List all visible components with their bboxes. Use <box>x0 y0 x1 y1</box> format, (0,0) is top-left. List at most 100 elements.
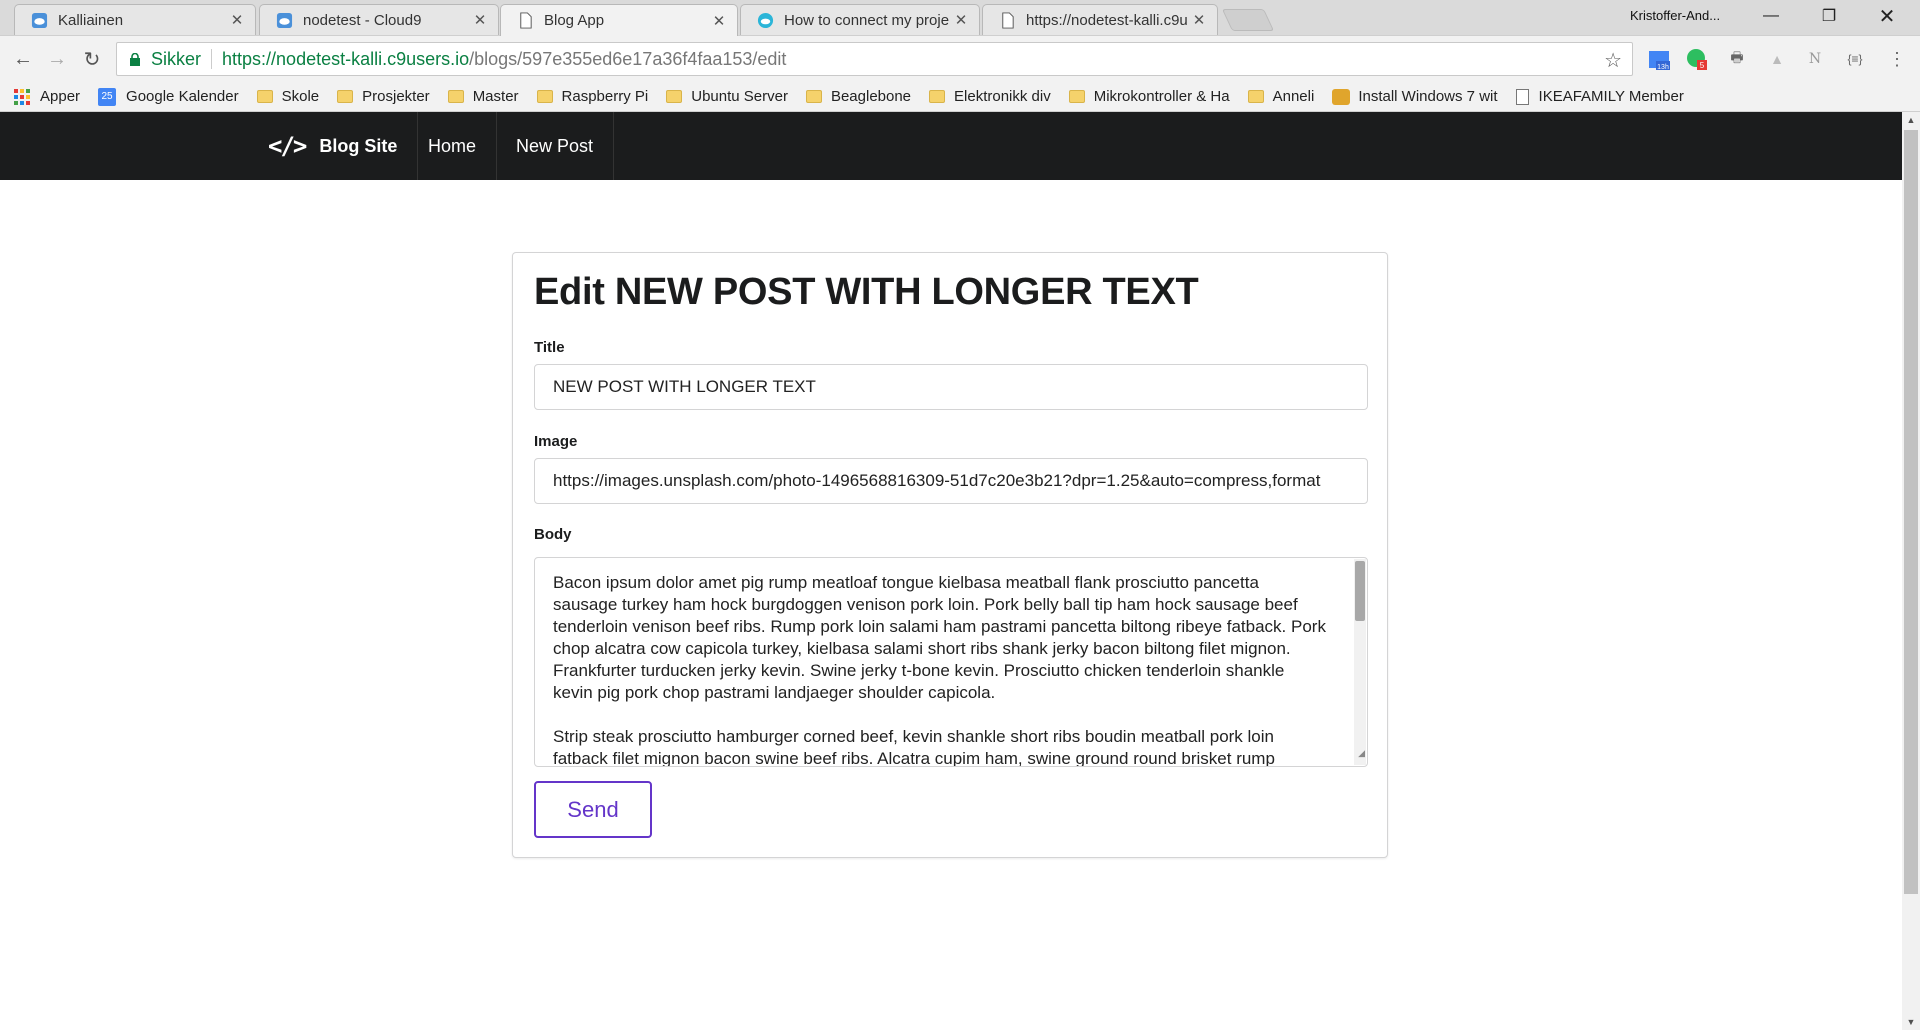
calendar-extension-icon[interactable]: 13h <box>1648 48 1670 70</box>
code-icon: </> <box>268 132 307 160</box>
bookmark-folder-beaglebone[interactable]: Beaglebone <box>805 88 911 105</box>
profile-name[interactable]: Kristoffer-And... <box>1630 8 1720 23</box>
nav-home-link[interactable]: Home <box>408 112 498 180</box>
cloud9-icon <box>31 12 48 28</box>
browser-toolbar: ← → ↻ Sikker https://nodetest-kalli.c9us… <box>0 35 1920 82</box>
bookmark-label: Google Kalender <box>126 88 239 105</box>
divider <box>211 49 213 69</box>
send-button[interactable]: Send <box>534 781 652 838</box>
bookmark-folder-ubuntu-server[interactable]: Ubuntu Server <box>666 88 788 105</box>
page-icon <box>1515 88 1529 105</box>
bookmark-label: Install Windows 7 wit <box>1358 88 1498 105</box>
folder-icon <box>447 90 464 103</box>
tab-title: https://nodetest-kalli.c9u <box>1026 11 1188 29</box>
bookmark-ikeafamily[interactable]: IKEAFAMILY Member <box>1515 88 1684 105</box>
bookmarks-bar: Apper 25 Google Kalender Skole Prosjekte… <box>0 82 1920 112</box>
address-bar[interactable]: Sikker https://nodetest-kalli.c9users.io… <box>116 42 1633 76</box>
bookmark-google-kalender[interactable]: 25 Google Kalender <box>98 87 239 106</box>
textarea-scrollbar[interactable] <box>1354 559 1366 765</box>
folder-icon <box>666 90 683 103</box>
close-icon[interactable]: ✕ <box>229 11 245 29</box>
body-textarea[interactable]: Bacon ipsum dolor amet pig rump meatloaf… <box>534 557 1368 767</box>
tab-title: nodetest - Cloud9 <box>303 11 422 29</box>
extension-badge: 5 <box>1700 61 1705 70</box>
folder-icon <box>256 90 273 103</box>
apps-grid-icon <box>14 88 30 105</box>
bookmark-label: Anneli <box>1272 88 1315 105</box>
minimize-icon[interactable]: — <box>1748 0 1794 32</box>
folder-icon <box>805 90 822 103</box>
edit-form-card: Edit NEW POST WITH LONGER TEXT Title NEW… <box>512 252 1388 858</box>
cloud9-icon <box>757 12 774 28</box>
bookmark-folder-master[interactable]: Master <box>447 88 519 105</box>
body-label: Body <box>534 526 572 543</box>
resize-grip-icon[interactable]: ◢ <box>1358 742 1365 764</box>
page-scrollbar[interactable]: ▲ ▼ <box>1902 112 1920 1030</box>
new-tab-button[interactable] <box>1221 9 1275 31</box>
browser-tab-5[interactable]: https://nodetest-kalli.c9u ✕ <box>982 4 1218 35</box>
bookmark-label: IKEAFAMILY Member <box>1538 88 1684 105</box>
bookmark-install-windows[interactable]: Install Windows 7 wit <box>1332 88 1498 105</box>
nav-new-post-link[interactable]: New Post <box>496 112 615 180</box>
lock-icon <box>130 52 140 66</box>
gift-icon <box>1332 88 1351 105</box>
bookmark-label: Raspberry Pi <box>561 88 649 105</box>
page-title: Edit NEW POST WITH LONGER TEXT <box>534 271 1199 313</box>
browser-tab-4[interactable]: How to connect my proje ✕ <box>740 4 980 35</box>
scroll-down-icon[interactable]: ▼ <box>1902 1014 1920 1030</box>
browser-tab-2[interactable]: nodetest - Cloud9 ✕ <box>259 4 499 35</box>
page-scroll-thumb[interactable] <box>1904 130 1918 894</box>
scroll-up-icon[interactable]: ▲ <box>1902 112 1920 128</box>
secure-label: Sikker <box>151 48 202 69</box>
image-label: Image <box>534 433 578 450</box>
close-icon[interactable]: ✕ <box>711 12 727 30</box>
back-icon[interactable]: ← <box>10 46 36 72</box>
extension-badge: 13h <box>1657 64 1669 70</box>
brand-link[interactable]: </> Blog Site <box>268 112 419 180</box>
close-icon[interactable]: ✕ <box>953 11 969 29</box>
printer-extension-icon[interactable]: 🖶 <box>1726 48 1748 70</box>
notion-extension-icon[interactable]: N <box>1804 48 1826 70</box>
bookmark-apps[interactable]: Apper <box>14 88 80 105</box>
json-extension-icon[interactable]: {≡} <box>1844 48 1866 70</box>
cloud9-icon <box>276 12 293 28</box>
drive-extension-icon[interactable]: ▲ <box>1766 48 1788 70</box>
page-icon <box>520 12 532 29</box>
bookmark-folder-skole[interactable]: Skole <box>256 88 319 105</box>
title-input[interactable]: NEW POST WITH LONGER TEXT <box>534 364 1368 410</box>
evernote-extension-icon[interactable]: 5 <box>1686 48 1708 70</box>
site-navbar: </> Blog Site Home New Post <box>0 112 1902 180</box>
menu-dots-icon[interactable]: ⋮ <box>1886 48 1908 70</box>
bookmark-folder-anneli[interactable]: Anneli <box>1247 88 1315 105</box>
bookmark-folder-mikrokontroller[interactable]: Mikrokontroller & Ha <box>1068 88 1230 105</box>
page-icon <box>1002 11 1014 29</box>
url-path: /blogs/597e355ed6e17a36f4faa153/edit <box>469 48 787 69</box>
restore-icon[interactable]: ❐ <box>1806 0 1852 32</box>
reload-icon[interactable]: ↻ <box>79 46 105 72</box>
folder-icon <box>337 90 354 103</box>
bookmark-folder-prosjekter[interactable]: Prosjekter <box>337 88 430 105</box>
url-host: https://nodetest-kalli.c9users.io <box>222 48 470 69</box>
browser-tab-3-active[interactable]: Blog App ✕ <box>500 4 738 36</box>
image-url-input[interactable]: https://images.unsplash.com/photo-149656… <box>534 458 1368 504</box>
calendar-icon: 25 <box>98 87 117 106</box>
bookmark-folder-raspberry-pi[interactable]: Raspberry Pi <box>536 88 649 105</box>
close-icon[interactable]: ✕ <box>1191 11 1207 29</box>
bookmark-label: Master <box>472 88 519 105</box>
brand-label: Blog Site <box>319 135 398 156</box>
forward-icon[interactable]: → <box>44 46 70 72</box>
close-icon[interactable]: ✕ <box>472 11 488 29</box>
close-window-icon[interactable]: ✕ <box>1864 0 1910 32</box>
bookmark-label: Ubuntu Server <box>691 88 788 105</box>
bookmark-folder-elektronikk[interactable]: Elektronikk div <box>929 88 1051 105</box>
web-page: </> Blog Site Home New Post Edit NEW POS… <box>0 112 1902 1030</box>
body-paragraph: Bacon ipsum dolor amet pig rump meatloaf… <box>553 573 1326 702</box>
body-paragraph: Strip steak prosciutto hamburger corned … <box>553 727 1275 767</box>
bookmark-star-icon[interactable]: ☆ <box>1604 48 1622 73</box>
folder-icon <box>929 90 946 103</box>
bookmark-label: Mikrokontroller & Ha <box>1093 88 1230 105</box>
browser-tab-1[interactable]: Kalliainen ✕ <box>14 4 256 35</box>
browser-tab-strip: Kalliainen ✕ nodetest - Cloud9 ✕ Blog Ap… <box>0 0 1920 36</box>
tab-title: How to connect my proje <box>784 11 950 29</box>
textarea-scroll-thumb[interactable] <box>1355 561 1365 621</box>
